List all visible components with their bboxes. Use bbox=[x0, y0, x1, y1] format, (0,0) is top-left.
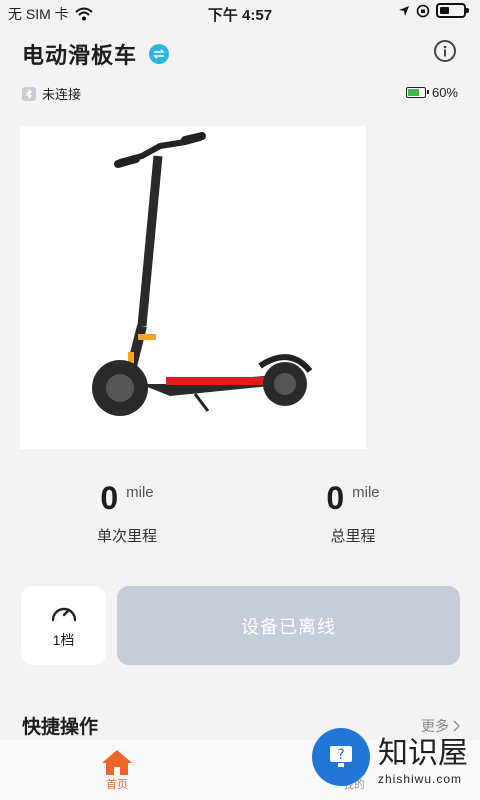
device-offline-button[interactable]: 设备已离线 bbox=[117, 586, 460, 665]
gear-selector[interactable]: 1档 bbox=[21, 586, 106, 665]
speedometer-icon bbox=[51, 607, 76, 621]
total-mileage: 0 mile 总里程 bbox=[253, 480, 453, 546]
trip-mileage-value: 0 bbox=[100, 480, 119, 516]
tab-home-label: 首页 bbox=[106, 779, 128, 791]
watermark: ? 知识屋 zhishiwu.com bbox=[312, 728, 468, 786]
scooter-battery: 60% bbox=[405, 85, 458, 100]
question-monitor-icon: ? bbox=[312, 728, 370, 786]
watermark-main: 知识屋 bbox=[378, 736, 468, 771]
bluetooth-icon bbox=[22, 86, 36, 101]
quick-actions-title: 快捷操作 bbox=[22, 717, 99, 738]
status-bar: 无 SIM 卡 下午 4:57 bbox=[0, 0, 480, 24]
trip-mileage-unit: mile bbox=[126, 484, 154, 501]
info-button[interactable] bbox=[434, 40, 456, 62]
battery-icon bbox=[405, 87, 429, 98]
total-mileage-unit: mile bbox=[352, 484, 380, 501]
svg-text:?: ? bbox=[337, 747, 344, 763]
page-title: 电动滑板车 bbox=[22, 43, 138, 68]
gear-label: 1档 bbox=[52, 631, 75, 648]
connection-label: 未连接 bbox=[42, 87, 82, 102]
orientation-lock-icon bbox=[416, 4, 430, 17]
mileage-stats: 0 mile 单次里程 0 mile 总里程 bbox=[0, 480, 480, 560]
trip-mileage: 0 mile 单次里程 bbox=[27, 480, 227, 546]
watermark-sub: zhishiwu.com bbox=[378, 772, 463, 786]
tab-home[interactable]: 首页 bbox=[100, 748, 134, 792]
home-icon bbox=[102, 750, 132, 775]
info-icon bbox=[443, 45, 447, 57]
total-mileage-value: 0 bbox=[326, 480, 345, 516]
header: 电动滑板车 bbox=[22, 38, 170, 70]
status-battery-icon bbox=[436, 3, 469, 18]
total-mileage-label: 总里程 bbox=[330, 528, 376, 545]
scooter-image bbox=[20, 126, 366, 449]
battery-percent: 60% bbox=[431, 85, 458, 100]
trip-mileage-label: 单次里程 bbox=[96, 528, 157, 545]
scooter-illustration bbox=[92, 132, 313, 416]
connection-status: 未连接 bbox=[22, 84, 81, 103]
switch-device-button[interactable] bbox=[149, 44, 170, 64]
location-icon bbox=[399, 5, 409, 16]
swap-icon bbox=[153, 49, 165, 59]
